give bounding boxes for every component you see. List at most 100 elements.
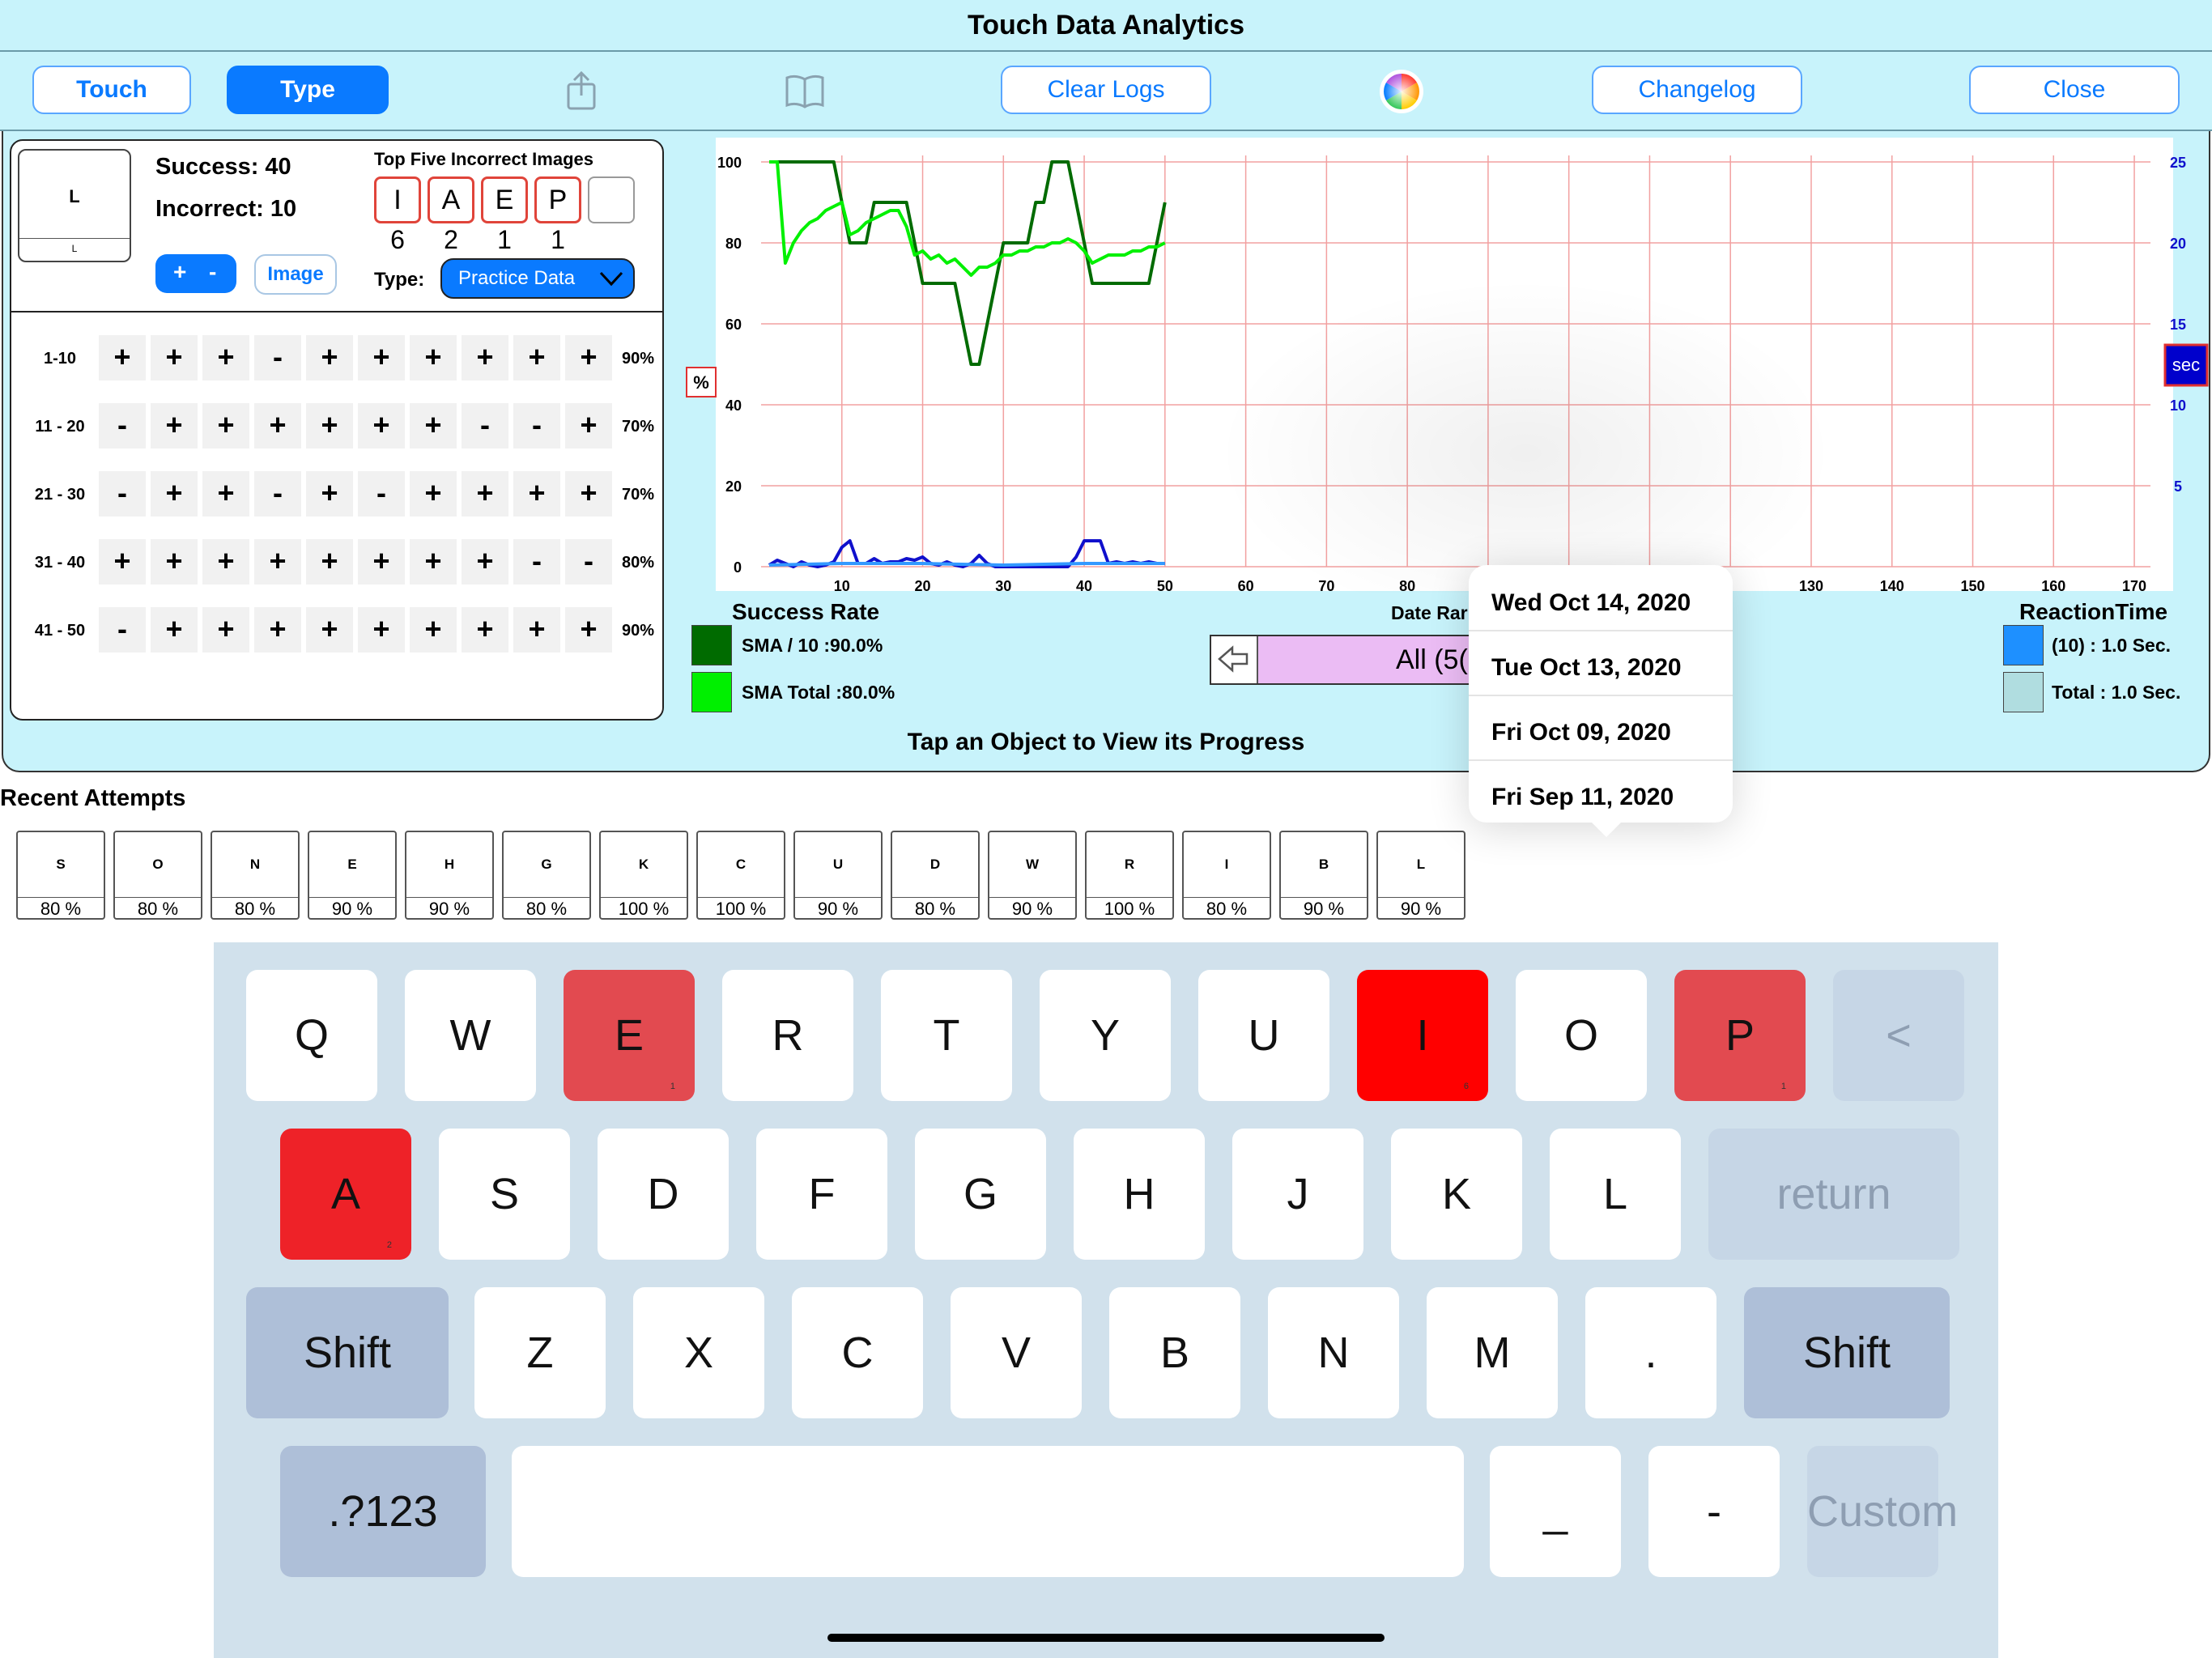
key-r[interactable]: R [722, 970, 853, 1101]
recent-attempt-letter: R [1124, 857, 1135, 872]
recent-attempt-letter: G [541, 857, 552, 872]
custom-key[interactable]: Custom [1807, 1446, 1958, 1577]
shift-left-key[interactable]: Shift [246, 1287, 449, 1418]
key-m[interactable]: M [1427, 1287, 1558, 1418]
popover-date-item[interactable]: Wed Oct 14, 2020 [1491, 589, 1691, 617]
book-icon[interactable] [784, 70, 826, 112]
recent-attempt-tile[interactable]: I 80 % [1182, 831, 1271, 920]
key-f[interactable]: F [756, 1129, 887, 1260]
backspace-key[interactable]: < [1833, 970, 1964, 1101]
changelog-button[interactable]: Changelog [1592, 66, 1802, 114]
key-a-miss-count: 2 [386, 1240, 392, 1250]
space-bar[interactable] [512, 1446, 1464, 1577]
home-indicator[interactable] [827, 1634, 1385, 1642]
key-i[interactable]: I6 [1357, 970, 1488, 1101]
key-d[interactable]: D [598, 1129, 729, 1260]
recent-attempt-tile[interactable]: R 100 % [1085, 831, 1174, 920]
popover-date-item[interactable]: Tue Oct 13, 2020 [1491, 654, 1682, 682]
plot-shading [1218, 244, 1833, 593]
key-b[interactable]: B [1109, 1287, 1240, 1418]
share-icon[interactable] [560, 70, 602, 112]
recent-attempt-letter: K [638, 857, 649, 872]
key-underscore[interactable]: _ [1490, 1446, 1621, 1577]
key-s[interactable]: S [439, 1129, 570, 1260]
recent-attempt-percent: 100 % [618, 899, 670, 919]
type-button[interactable]: Type [227, 66, 389, 114]
key-n[interactable]: N [1268, 1287, 1399, 1418]
recent-attempt-tile[interactable]: K 100 % [599, 831, 688, 920]
recent-attempt-tile[interactable]: C 100 % [696, 831, 785, 920]
recent-attempt-tile[interactable]: W 90 % [988, 831, 1077, 920]
key-p-miss-count: 1 [1780, 1082, 1786, 1091]
rt10-swatch[interactable] [2003, 625, 2044, 665]
recent-attempt-percent: 80 % [137, 899, 179, 919]
color-wheel-icon[interactable] [1378, 68, 1425, 115]
close-button[interactable]: Close [1969, 66, 2180, 114]
recent-attempt-tile[interactable]: H 90 % [405, 831, 494, 920]
recent-attempt-tile[interactable]: N 80 % [211, 831, 300, 920]
key-hyphen[interactable]: - [1648, 1446, 1780, 1577]
numbers-key[interactable]: .?123 [280, 1446, 486, 1577]
key-w[interactable]: W [405, 970, 536, 1101]
recent-attempt-tile[interactable]: G 80 % [502, 831, 591, 920]
key-o[interactable]: O [1516, 970, 1647, 1101]
key-r-label: R [772, 1011, 804, 1060]
recent-attempt-percent: 80 % [234, 899, 276, 919]
backspace-key-label: < [1886, 1011, 1912, 1060]
rt-total-swatch[interactable] [2003, 672, 2044, 712]
series-line-total [768, 562, 1165, 567]
key-x-label: X [683, 1329, 714, 1377]
recent-attempt-tile[interactable]: O 80 % [113, 831, 202, 920]
return-key[interactable]: return [1708, 1129, 1959, 1260]
key-e[interactable]: E1 [564, 970, 695, 1101]
popover-date-item[interactable]: Fri Oct 09, 2020 [1491, 719, 1671, 746]
key-t[interactable]: T [881, 970, 1012, 1101]
recent-attempt-percent: 80 % [40, 899, 82, 919]
key-q[interactable]: Q [246, 970, 377, 1101]
sma-total-swatch[interactable] [691, 672, 732, 712]
recent-attempt-letter: B [1318, 857, 1329, 872]
sma10-swatch[interactable] [691, 625, 732, 665]
recent-attempt-percent: 80 % [1206, 899, 1248, 919]
recent-attempt-percent: 80 % [525, 899, 568, 919]
key-p[interactable]: P1 [1674, 970, 1806, 1101]
key-a[interactable]: A2 [280, 1129, 411, 1260]
key-l-label: L [1602, 1170, 1628, 1218]
recent-attempt-tile[interactable]: D 80 % [891, 831, 980, 920]
key-y[interactable]: Y [1040, 970, 1171, 1101]
recent-attempt-letter: H [444, 857, 455, 872]
recent-attempt-tile[interactable]: L 90 % [1376, 831, 1465, 920]
y-tick-label: 60 [725, 317, 742, 333]
recent-attempt-tile[interactable]: U 90 % [793, 831, 883, 920]
key-l[interactable]: L [1550, 1129, 1681, 1260]
date-range-back-button[interactable] [1211, 636, 1258, 683]
key-e-miss-count: 1 [670, 1082, 675, 1091]
key-x[interactable]: X [633, 1287, 764, 1418]
recent-attempt-tile[interactable]: B 90 % [1279, 831, 1368, 920]
key-j[interactable]: J [1232, 1129, 1363, 1260]
recent-attempt-percent: 90 % [1400, 899, 1442, 919]
x-tick-label: 40 [1076, 578, 1092, 594]
recent-attempt-tile[interactable]: E 90 % [308, 831, 397, 920]
key-period[interactable]: . [1585, 1287, 1716, 1418]
shift-right-key[interactable]: Shift [1744, 1287, 1950, 1418]
key-g[interactable]: G [915, 1129, 1046, 1260]
key-c[interactable]: C [792, 1287, 923, 1418]
key-u[interactable]: U [1198, 970, 1329, 1101]
progress-hint: Tap an Object to View its Progress [907, 729, 1305, 755]
x-tick-label: 160 [2041, 578, 2065, 594]
clear-logs-button[interactable]: Clear Logs [1001, 66, 1211, 114]
progress-chart[interactable]: 0204060801001020304050607080130140150160… [3, 131, 2212, 746]
key-h[interactable]: H [1074, 1129, 1205, 1260]
key-z[interactable]: Z [474, 1287, 606, 1418]
popover-date-item[interactable]: Fri Sep 11, 2020 [1491, 784, 1674, 811]
recent-attempt-percent: 90 % [1011, 899, 1053, 919]
x-tick-label: 20 [915, 578, 931, 594]
key-k[interactable]: K [1391, 1129, 1522, 1260]
key-v[interactable]: V [951, 1287, 1082, 1418]
recent-attempt-tile[interactable]: S 80 % [16, 831, 105, 920]
key-hyphen-label: - [1707, 1487, 1721, 1536]
custom-key-label: Custom [1807, 1487, 1959, 1536]
touch-button[interactable]: Touch [32, 66, 191, 114]
key-underscore-label: _ [1542, 1487, 1568, 1536]
